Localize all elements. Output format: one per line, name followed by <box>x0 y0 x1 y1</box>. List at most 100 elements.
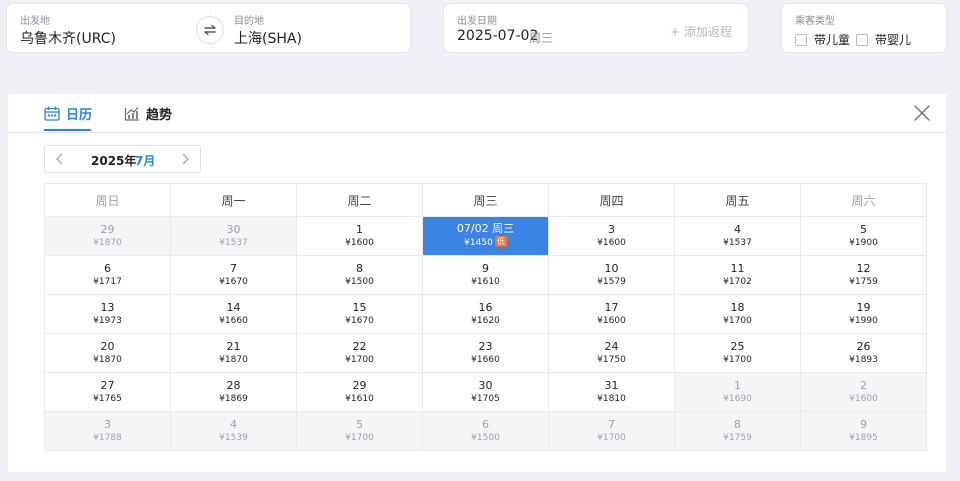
day-price: ¥1660 <box>171 315 296 328</box>
close-icon[interactable] <box>913 104 931 122</box>
calendar-day-cell[interactable]: 1 ¥1600 <box>296 216 423 256</box>
calendar-day-cell[interactable]: 1 ¥1690 <box>674 372 801 412</box>
day-number: 07/02 周三 <box>456 222 515 235</box>
day-price: ¥1893 <box>801 354 926 367</box>
weekday-header: 周二 <box>296 183 423 217</box>
calendar-day-cell[interactable]: 4 ¥1537 <box>674 216 801 256</box>
price-text: ¥1660 <box>471 354 500 365</box>
price-text: ¥1610 <box>471 276 500 287</box>
calendar-day-cell[interactable]: 20 ¥1870 <box>44 333 171 373</box>
price-text: ¥1700 <box>345 354 374 365</box>
calendar-day-cell[interactable]: 10 ¥1579 <box>548 255 675 295</box>
checkbox-box[interactable] <box>856 33 868 46</box>
price-text: ¥1895 <box>849 432 878 443</box>
calendar-day-cell[interactable]: 26 ¥1893 <box>800 333 927 373</box>
day-number: 27 <box>100 378 115 392</box>
price-text: ¥1670 <box>345 315 374 326</box>
day-price: ¥1702 <box>675 276 800 289</box>
day-number: 18 <box>730 300 745 314</box>
passenger-type-label: 乘客类型 <box>795 16 835 27</box>
price-text: ¥1600 <box>597 315 626 326</box>
calendar-day-cell[interactable]: 29 ¥1870 <box>44 216 171 256</box>
add-return-button[interactable]: + 添加返程 <box>670 23 732 40</box>
calendar-day-cell[interactable]: 18 ¥1700 <box>674 294 801 334</box>
day-price: ¥1810 <box>549 393 674 406</box>
price-text: ¥1700 <box>723 354 752 365</box>
calendar-day-cell[interactable]: 11 ¥1702 <box>674 255 801 295</box>
day-number: 9 <box>482 261 489 275</box>
price-text: ¥1990 <box>849 315 878 326</box>
calendar-day-cell[interactable]: 2 ¥1600 <box>800 372 927 412</box>
day-price: ¥1610 <box>423 276 548 289</box>
calendar-day-cell[interactable]: 9 ¥1610 <box>422 255 549 295</box>
calendar-day-cell[interactable]: 16 ¥1620 <box>422 294 549 334</box>
swap-cities-button[interactable] <box>196 16 224 44</box>
calendar-day-cell[interactable]: 22 ¥1700 <box>296 333 423 373</box>
calendar-day-cell[interactable]: 5 ¥1900 <box>800 216 927 256</box>
price-text: ¥1500 <box>471 432 500 443</box>
calendar-day-cell[interactable]: 19 ¥1990 <box>800 294 927 334</box>
with-infant-checkbox[interactable]: 带婴儿 <box>856 31 911 48</box>
calendar-day-cell[interactable]: 24 ¥1750 <box>548 333 675 373</box>
calendar-day-cell[interactable]: 12 ¥1759 <box>800 255 927 295</box>
calendar-week-row: 27 ¥1765 28 ¥1869 29 ¥1610 30 ¥1705 31 ¥1810 1 ¥169… <box>44 372 927 412</box>
prev-month-icon[interactable] <box>54 153 66 165</box>
calendar-day-cell[interactable]: 6 ¥1500 <box>422 411 549 451</box>
next-month-icon[interactable] <box>179 153 191 165</box>
tab-calendar[interactable]: 日历 <box>44 104 92 123</box>
day-price: ¥1660 <box>423 354 548 367</box>
calendar-day-cell[interactable]: 8 ¥1759 <box>674 411 801 451</box>
day-price: ¥1700 <box>297 354 422 367</box>
calendar-day-cell[interactable]: 29 ¥1610 <box>296 372 423 412</box>
day-number: 2 <box>860 378 867 392</box>
calendar-day-cell[interactable]: 3 ¥1600 <box>548 216 675 256</box>
day-number: 19 <box>856 300 871 314</box>
tab-trend-label: 趋势 <box>146 108 173 123</box>
calendar-day-cell[interactable]: 7 ¥1700 <box>548 411 675 451</box>
from-city-field[interactable]: 乌鲁木齐(URC) <box>20 28 116 48</box>
calendar-day-cell[interactable]: 25 ¥1700 <box>674 333 801 373</box>
day-number: 1 <box>356 222 363 236</box>
price-text: ¥1765 <box>93 393 122 404</box>
price-text: ¥1810 <box>597 393 626 404</box>
depart-date-label: 出发日期 <box>457 16 497 27</box>
to-city-field[interactable]: 上海(SHA) <box>234 28 302 48</box>
calendar-day-cell[interactable]: 17 ¥1600 <box>548 294 675 334</box>
calendar-day-cell[interactable]: 13 ¥1973 <box>44 294 171 334</box>
calendar-week-row: 6 ¥1717 7 ¥1670 8 ¥1500 9 ¥1610 10 ¥1579 11 ¥1702 12… <box>44 255 927 295</box>
price-text: ¥1600 <box>849 393 878 404</box>
day-number: 3 <box>104 417 111 431</box>
price-text: ¥1870 <box>93 354 122 365</box>
price-text: ¥1600 <box>345 237 374 248</box>
checkbox-box[interactable] <box>795 33 807 46</box>
calendar-day-cell[interactable]: 15 ¥1670 <box>296 294 423 334</box>
calendar-day-cell[interactable]: 30 ¥1705 <box>422 372 549 412</box>
calendar-day-cell[interactable]: 8 ¥1500 <box>296 255 423 295</box>
weekday-header: 周一 <box>170 183 297 217</box>
day-price: ¥1500 <box>423 432 548 445</box>
tab-trend[interactable]: 趋势 <box>124 104 172 123</box>
day-number: 26 <box>856 339 871 353</box>
calendar-day-cell[interactable]: 6 ¥1717 <box>44 255 171 295</box>
calendar-day-cell[interactable]: 5 ¥1700 <box>296 411 423 451</box>
calendar-day-cell[interactable]: 3 ¥1788 <box>44 411 171 451</box>
weekday-header: 周四 <box>548 183 675 217</box>
depart-date-field[interactable]: 2025-07-02 <box>457 28 538 44</box>
with-child-checkbox[interactable]: 带儿童 <box>795 31 850 48</box>
calendar-day-cell[interactable]: 9 ¥1895 <box>800 411 927 451</box>
calendar-day-cell[interactable]: 7 ¥1670 <box>170 255 297 295</box>
calendar-day-cell[interactable]: 31 ¥1810 <box>548 372 675 412</box>
day-number: 10 <box>604 261 619 275</box>
calendar-day-cell[interactable]: 30 ¥1537 <box>170 216 297 256</box>
day-price: ¥1869 <box>171 393 296 406</box>
calendar-day-selected[interactable]: 07/02 周三 ¥1450 低 <box>422 216 549 256</box>
calendar-day-cell[interactable]: 14 ¥1660 <box>170 294 297 334</box>
day-price: ¥1600 <box>549 237 674 250</box>
calendar-day-cell[interactable]: 23 ¥1660 <box>422 333 549 373</box>
calendar-day-cell[interactable]: 4 ¥1539 <box>170 411 297 451</box>
day-price: ¥1750 <box>549 354 674 367</box>
calendar-day-cell[interactable]: 27 ¥1765 <box>44 372 171 412</box>
day-price: ¥1670 <box>171 276 296 289</box>
calendar-day-cell[interactable]: 21 ¥1870 <box>170 333 297 373</box>
calendar-day-cell[interactable]: 28 ¥1869 <box>170 372 297 412</box>
